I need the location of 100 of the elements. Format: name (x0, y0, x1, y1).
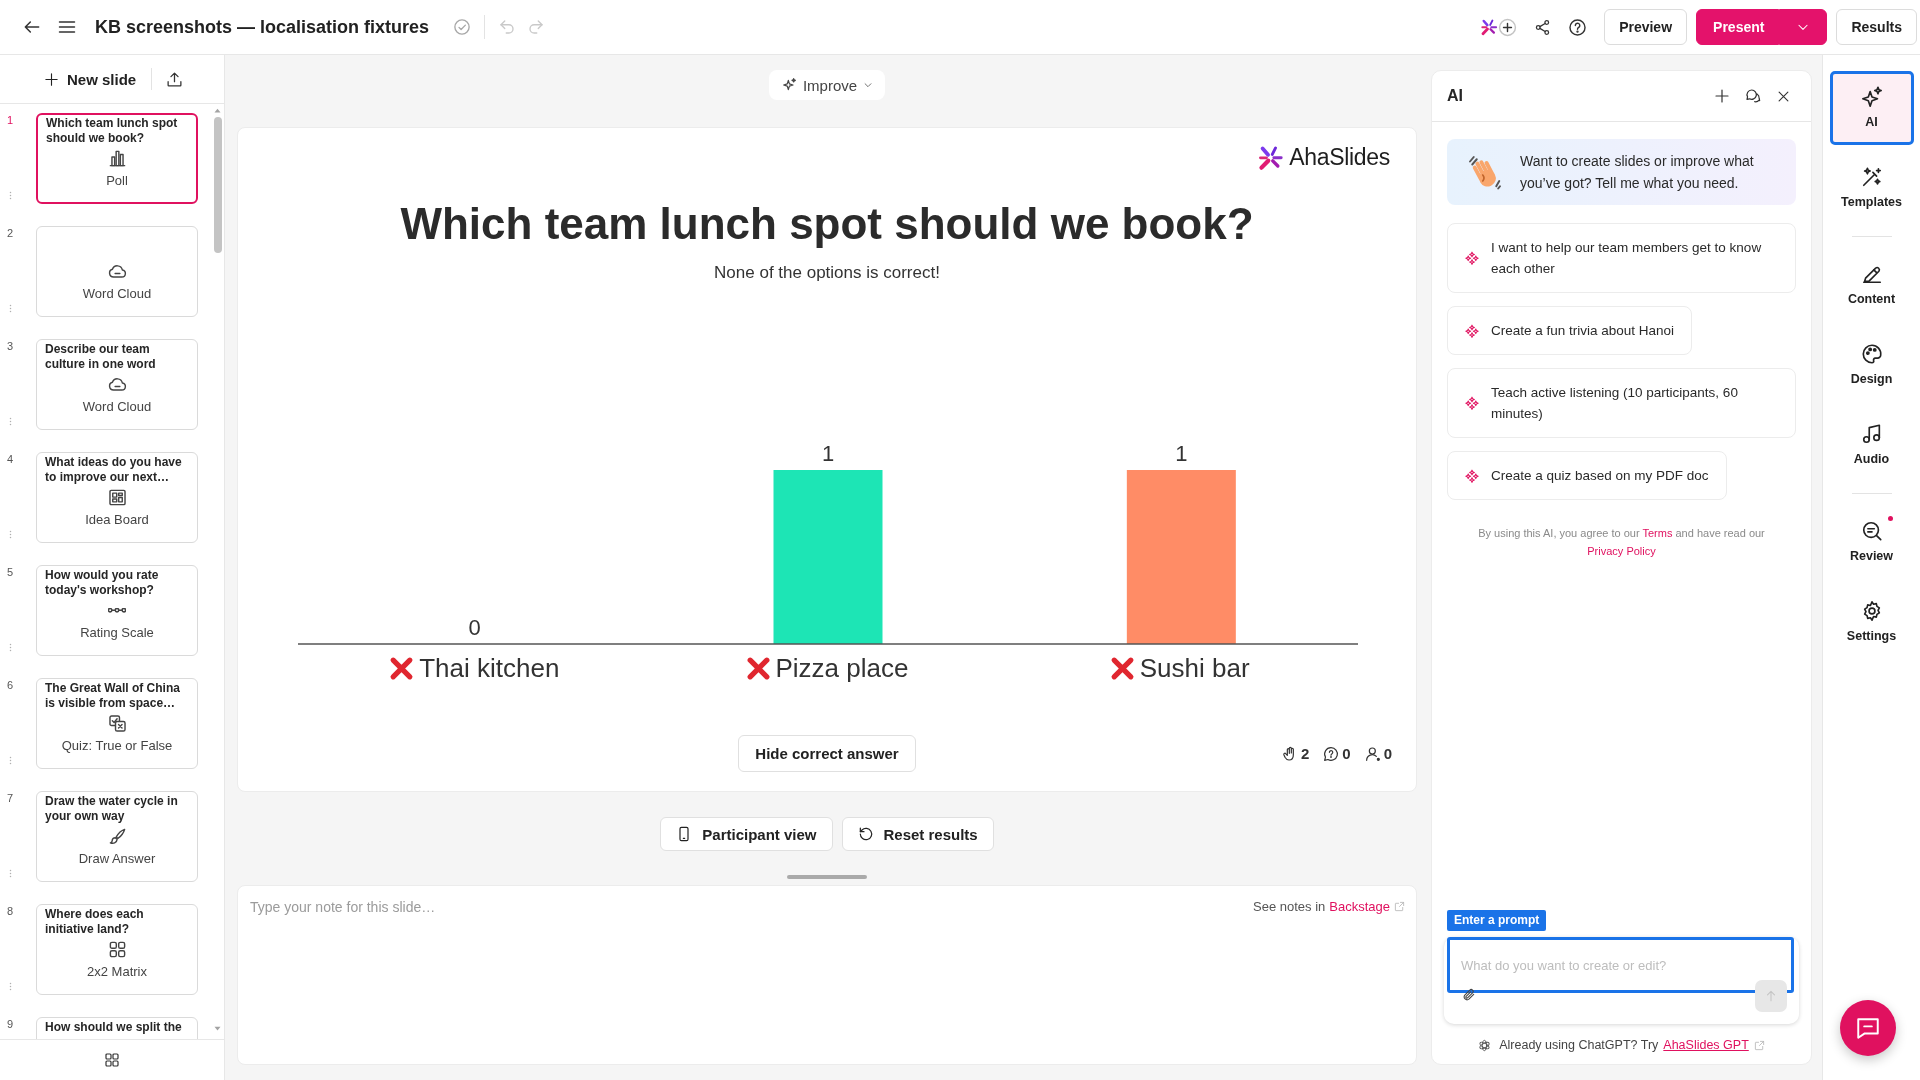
suggestion-chip[interactable]: I want to help our team members get to know each other (1447, 223, 1796, 293)
slide-number: 4 (6, 452, 14, 466)
share-button[interactable] (1534, 18, 1552, 36)
grid-view-button[interactable] (104, 1052, 120, 1068)
logo-text: AhaSlides (1289, 143, 1390, 171)
scroll-up-icon (213, 106, 222, 115)
slide-title: How would you rate today's workshop? (45, 567, 160, 598)
footer-text: Already using ChatGPT? Try (1499, 1038, 1659, 1052)
value-label: 0 (468, 615, 481, 640)
slide-type-label: Poll (106, 173, 128, 189)
grid-icon (104, 1052, 120, 1068)
export-button[interactable] (166, 70, 184, 88)
check-circle-icon (453, 18, 472, 36)
notes-hint-text: See notes in (1253, 898, 1326, 914)
count-text: 0 (1383, 745, 1392, 762)
slide-type-label: 2x2 Matrix (87, 964, 147, 980)
slide-type-label: Idea Board (85, 512, 149, 528)
slide-number: 5 (6, 565, 14, 579)
comment-icon (1323, 745, 1340, 762)
presentation-title[interactable]: KB screenshots — localisation fixtures (95, 16, 430, 38)
new-chat-button[interactable] (1714, 88, 1730, 104)
slide-thumbnail[interactable]: Where does each initiative land? 2x2 Matrix (36, 904, 198, 995)
improve-button[interactable]: Improve (768, 70, 886, 100)
logo-icon (1480, 18, 1499, 36)
slide-thumbnail[interactable]: Word Cloud (36, 226, 198, 317)
category-label: Thai kitchen (419, 652, 560, 684)
sparkles-icon (1860, 86, 1883, 108)
slide-type-label: Rating Scale (80, 625, 154, 641)
resize-handle[interactable] (787, 875, 867, 879)
outline-button[interactable]: Results (1836, 9, 1917, 45)
scrollbar-thumb[interactable] (213, 117, 222, 253)
privacy-link[interactable]: Privacy Policy (1587, 545, 1656, 557)
external-link-icon (1394, 900, 1405, 912)
slide-thumbnail[interactable]: Which team lunch spot should we book? Poll (36, 113, 198, 204)
hide-answer-button[interactable]: Hide correct answer (738, 735, 916, 772)
magic-wand-icon (1860, 166, 1883, 188)
disclaimer-text: By using this AI, you agree to our Terms and have read our Privacy Policy (1477, 526, 1766, 559)
category-label: Sushi bar (1139, 652, 1250, 684)
view-button[interactable]: Participant view (660, 817, 833, 851)
help-button[interactable] (1568, 17, 1588, 37)
slide-type-label: Quiz: True or False (61, 738, 173, 754)
count-text: 0 (1342, 745, 1351, 762)
value-label: 1 (1175, 441, 1188, 466)
logo-icon (1257, 143, 1285, 171)
plus-icon (44, 71, 59, 87)
history-button[interactable] (1745, 88, 1761, 104)
gpt-link[interactable]: AhaSlides GPT (1663, 1038, 1749, 1052)
check-cross-icon (107, 714, 127, 733)
upload-icon (166, 70, 184, 88)
slide-title: Draw the water cycle in your own way (45, 793, 179, 824)
sparkle-icon (780, 77, 797, 93)
magnifier-icon (1860, 520, 1883, 542)
slide-title: How should we split the (45, 1019, 183, 1035)
slide-thumbnail[interactable]: How would you rate today's workshop? Rating Scale (36, 565, 198, 656)
rosette-icon (1478, 1038, 1492, 1052)
slide-number: 1 (6, 113, 14, 127)
slide-number: 6 (6, 678, 14, 692)
chat-bubbles-icon (1745, 88, 1761, 104)
category-label: Pizza place (775, 652, 909, 684)
suggestion-chip[interactable]: Teach active listening (10 participants, 60 minutes) (1447, 368, 1796, 438)
waving-hand-icon (1467, 154, 1503, 190)
terms-link[interactable]: Terms (1642, 527, 1673, 539)
slide-title: Describe our team culture in one word (45, 341, 157, 372)
suggestion-chip[interactable]: Create a fun trivia about Hanoi (1447, 306, 1693, 355)
slide-title: Which team lunch spot should we book? (46, 115, 179, 146)
palette-icon (1860, 343, 1883, 365)
share-icon (1534, 18, 1552, 36)
paperclip-icon (1462, 988, 1476, 1002)
help-icon (1568, 17, 1588, 37)
slide-subtitle: None of the options is correct! (713, 262, 941, 284)
grid-icon (107, 940, 127, 959)
backstage-link[interactable]: Backstage (1329, 898, 1390, 914)
slide-thumbnail[interactable]: What ideas do you have to improve our next… Idea Board (36, 452, 198, 543)
scroll-down-icon (213, 1024, 222, 1033)
paintbrush-icon (107, 827, 127, 846)
prompt-field[interactable]: What do you want to create or edit? (1447, 937, 1794, 993)
outline-button[interactable]: Preview (1604, 9, 1688, 45)
suggestion-chip[interactable]: Create a quiz based on my PDF doc (1447, 451, 1727, 500)
attach-button[interactable] (1462, 988, 1476, 1002)
bar-chart-icon (107, 149, 127, 168)
slide-thumbnail[interactable]: The Great Wall of China is visible from space… Quiz: True or False (36, 678, 198, 769)
ai-add-button[interactable] (1480, 17, 1518, 37)
redo-icon (527, 18, 546, 36)
slide-thumbnail[interactable]: How should we split the (36, 1017, 198, 1039)
count-text: 2 (1300, 745, 1310, 762)
slide-thumbnail[interactable]: Describe our team culture in one word Word Cloud (36, 339, 198, 430)
dots-scale-icon (108, 608, 126, 613)
cloud-icon (107, 262, 127, 281)
slide-title: What ideas do you have to improve our next… (45, 454, 183, 485)
plus-icon (1714, 88, 1730, 104)
new-slide-button[interactable]: New slide (44, 70, 137, 88)
panel-tab[interactable]: AI (1829, 71, 1914, 145)
plus-icon (1498, 17, 1518, 37)
slide-heading: Which team lunch spot should we book? (399, 198, 1255, 250)
reset-button[interactable]: Reset results (841, 817, 994, 851)
board-icon (107, 488, 127, 507)
slide-title: The Great Wall of China is visible from space… (45, 680, 181, 711)
slide-thumbnail[interactable]: Draw the water cycle in your own way Draw Answer (36, 791, 198, 882)
dropdown-button[interactable] (1779, 9, 1828, 45)
primary-button[interactable]: Present (1696, 9, 1780, 45)
